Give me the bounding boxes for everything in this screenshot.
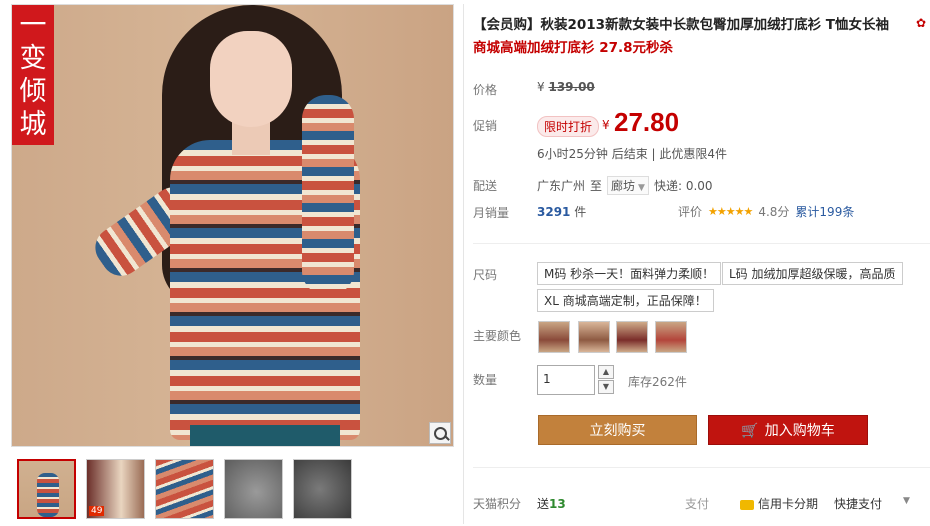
thumbnail-strip — [17, 459, 352, 519]
buy-now-button[interactable]: 立刻购买 — [538, 415, 697, 445]
promo-currency: ¥ — [602, 118, 610, 132]
promo-price: 27.80 — [614, 107, 680, 137]
quantity-down-icon[interactable]: ▼ — [598, 380, 614, 394]
add-to-cart-label: 加入购物车 — [764, 423, 835, 439]
points-label: 天猫积分 — [473, 497, 522, 511]
promo-badge: 限时打折 — [537, 116, 600, 137]
color-swatch-3[interactable] — [616, 321, 648, 353]
rating-label: 评价 — [678, 205, 703, 219]
rating-stars-icon: ★★★★★ — [708, 205, 753, 218]
thumbnail-1[interactable] — [17, 459, 76, 519]
flower-icon: ✿ — [916, 16, 927, 30]
size-option-l[interactable]: L码 加绒加厚超级保暖，高品质 — [722, 262, 903, 285]
title-text: 【会员购】秋装2013新款女装中长款包臀加厚加绒打底衫 T恤女长袖 — [473, 17, 889, 33]
vertical-divider — [463, 4, 464, 524]
pay-label: 支付 — [685, 497, 710, 511]
thumbnail-2[interactable] — [86, 459, 145, 519]
sales-label: 月销量 — [473, 206, 510, 220]
review-count-link[interactable]: 累计199条 — [795, 203, 854, 220]
section-divider-2 — [473, 467, 930, 468]
size-option-m[interactable]: M码 秒杀一天！面料弹力柔顺！ — [537, 262, 722, 285]
points-number: 13 — [549, 497, 566, 511]
color-label: 主要颜色 — [473, 329, 522, 343]
model-arm-right — [302, 95, 354, 295]
price-label: 价格 — [473, 83, 498, 97]
model-face — [210, 31, 292, 127]
shipping-label: 配送 — [473, 179, 498, 193]
quantity-input[interactable]: 1 — [537, 365, 595, 395]
shipping-row: 广东广州 至 廊坊 ▼ 快递: 0.00 — [537, 176, 713, 195]
thumbnail-4[interactable] — [224, 459, 283, 519]
product-title: 【会员购】秋装2013新款女装中长款包臀加厚加绒打底衫 T恤女长袖 商城高端加绒… — [473, 14, 923, 60]
destination-select[interactable]: 廊坊 ▼ — [607, 176, 649, 195]
zoom-icon[interactable] — [429, 422, 451, 444]
model-jeans — [190, 425, 340, 446]
chevron-down-icon: ▼ — [638, 183, 645, 193]
add-to-cart-button[interactable]: 🛒 加入购物车 — [708, 415, 868, 445]
color-swatch-1[interactable] — [538, 321, 570, 353]
points-text: 送 — [537, 497, 550, 511]
size-label: 尺码 — [473, 268, 498, 282]
color-swatch-2[interactable] — [578, 321, 610, 353]
credit-card-icon — [740, 499, 754, 510]
monthly-sales: 3291 件 — [537, 203, 586, 220]
sales-unit: 件 — [574, 205, 587, 219]
promo-label: 促销 — [473, 119, 498, 133]
size-option-xl[interactable]: XL 商城高端定制，正品保障！ — [537, 289, 714, 312]
brand-tag: 一变倾城 — [12, 5, 54, 145]
ship-to-word: 至 — [590, 179, 603, 193]
quantity-label: 数量 — [473, 373, 498, 387]
chevron-down-icon[interactable]: ▼ — [903, 496, 910, 506]
stock-text: 库存262件 — [628, 375, 687, 389]
promo-countdown: 6小时25分钟 后结束 | 此优惠限4件 — [537, 147, 728, 161]
quantity-up-icon[interactable]: ▲ — [598, 365, 614, 379]
original-currency: ¥ — [537, 80, 545, 94]
ship-from: 广东广州 — [537, 179, 586, 193]
color-swatch-4[interactable] — [655, 321, 687, 353]
destination-value: 廊坊 — [611, 179, 636, 193]
thumbnail-5[interactable] — [293, 459, 352, 519]
card-pay-label: 信用卡分期 — [758, 497, 819, 511]
main-product-image[interactable]: 一变倾城 — [11, 4, 454, 447]
rating-score: 4.8分 — [758, 205, 790, 219]
quick-pay[interactable]: 快捷支付 — [834, 495, 882, 512]
original-price: ¥ 139.00 — [537, 80, 595, 94]
thumbnail-3[interactable] — [155, 459, 214, 519]
original-price-value: 139.00 — [548, 80, 595, 94]
cart-icon: 🛒 — [741, 423, 759, 439]
shipping-fee: 快递: 0.00 — [653, 179, 713, 193]
sales-count: 3291 — [537, 205, 571, 219]
section-divider — [473, 243, 930, 244]
rating-row: 评价 ★★★★★ 4.8分 累计199条 — [678, 203, 854, 220]
card-installment[interactable]: 信用卡分期 — [740, 495, 818, 512]
product-subtitle: 商城高端加绒打底衫 27.8元秒杀 — [473, 40, 674, 56]
points-value: 送13 — [537, 495, 566, 512]
